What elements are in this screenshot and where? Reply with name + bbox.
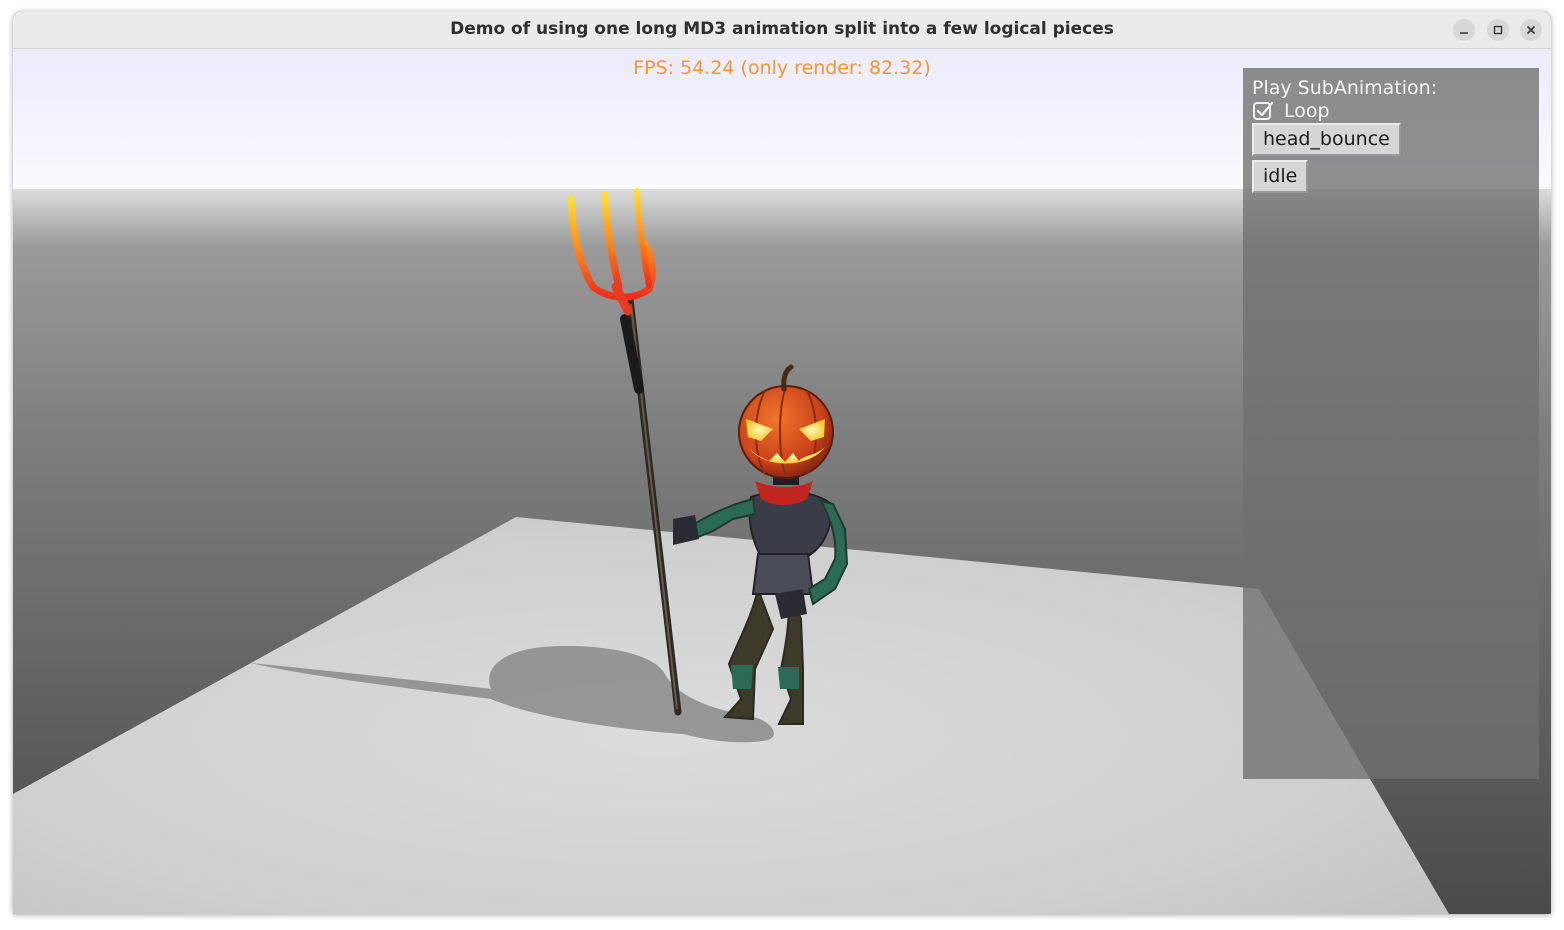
idle-button[interactable]: idle <box>1252 160 1309 193</box>
close-button[interactable] <box>1520 19 1542 41</box>
subanimation-panel: Play SubAnimation: Loop head_bounce idle <box>1243 68 1539 779</box>
app-window: Demo of using one long MD3 animation spl… <box>13 11 1551 914</box>
3d-viewport[interactable]: FPS: 54.24 (only render: 82.32) Play Sub… <box>13 49 1551 914</box>
maximize-button[interactable] <box>1487 19 1509 41</box>
maximize-icon <box>1493 25 1503 35</box>
checkbox-checked-icon <box>1253 101 1274 120</box>
head-bounce-button[interactable]: head_bounce <box>1252 123 1401 156</box>
minimize-button[interactable] <box>1453 19 1475 41</box>
loop-label: Loop <box>1284 100 1330 122</box>
close-icon <box>1526 25 1536 35</box>
title-bar[interactable]: Demo of using one long MD3 animation spl… <box>13 11 1551 49</box>
minimize-icon <box>1460 32 1468 34</box>
loop-checkbox[interactable]: Loop <box>1252 99 1330 123</box>
window-title: Demo of using one long MD3 animation spl… <box>450 19 1114 39</box>
panel-title: Play SubAnimation: <box>1252 77 1438 99</box>
